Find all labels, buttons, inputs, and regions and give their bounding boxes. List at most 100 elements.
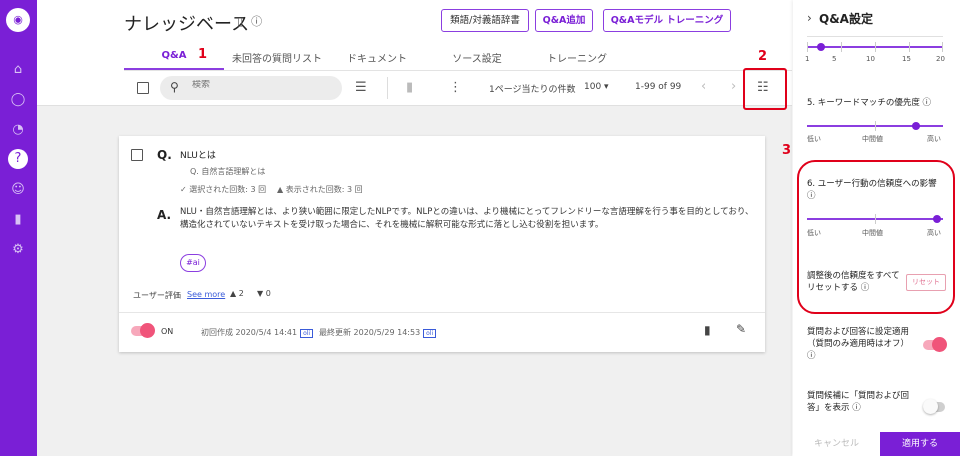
tab-training[interactable]: トレーニング <box>527 50 627 65</box>
toggle-knob <box>932 337 947 352</box>
created-text: 初回作成 2020/5/4 14:41 <box>201 328 298 337</box>
user-icon[interactable]: ◯ <box>8 90 28 110</box>
reset-button[interactable]: リセット <box>906 274 946 291</box>
book-icon[interactable]: ▯ <box>237 15 251 28</box>
apply-button[interactable]: 適用する <box>880 432 960 456</box>
annotation-2: 2 <box>758 49 768 64</box>
main-area: ナレッジベース ▯ⓘ 類語/対義語辞書 Q&A追加 Q&Aモデル トレーニング … <box>37 0 792 456</box>
thumb-icon: ▲ <box>277 185 286 194</box>
setting6-title-text: 6. ユーザー行動の信頼度への影響 <box>807 179 937 189</box>
level-high: 高い <box>927 135 941 143</box>
filter-icon[interactable]: ☰ <box>355 80 367 95</box>
info-icon[interactable]: ⓘ <box>852 403 861 413</box>
smile-icon[interactable]: ☺ <box>8 180 28 200</box>
answer-text: NLU・自然言語理解とは、より狭い範囲に限定したNLPです。NLPとの違いは、よ… <box>180 207 754 230</box>
toggle-on-label: ON <box>161 327 174 336</box>
reset-description: 調整後の信頼度をすべてリセットする ⓘ <box>807 270 903 294</box>
tab-qa[interactable]: Q&A <box>124 50 224 61</box>
apply-qa-toggle[interactable] <box>923 337 947 352</box>
collapse-chevron-icon[interactable]: › <box>807 11 812 25</box>
page-range: 1-99 of 99 <box>635 82 682 92</box>
alt-question: Q. 自然言語理解とは <box>190 167 266 176</box>
annotation-1: 1 <box>198 47 208 62</box>
tab-unanswered[interactable]: 未回答の質問リスト <box>227 50 327 65</box>
check-circle-icon: ✓ <box>180 185 190 194</box>
help-icon[interactable]: ⓘ <box>251 15 270 28</box>
scale-label-1: 1 <box>805 55 810 63</box>
updated-date: 最終更新 2020/5/29 14:53 oli <box>319 327 437 338</box>
level-high: 高い <box>927 229 941 237</box>
qa-settings-panel: › Q&A設定 1 5 10 15 20 5. キーワードマッチの優先度 ⓘ 低… <box>793 0 960 456</box>
info-icon[interactable]: ⓘ <box>861 283 870 293</box>
selected-count: ✓ 選択された回数: 3 回 <box>180 184 266 195</box>
info-icon[interactable]: ⓘ <box>923 98 932 108</box>
analytics-icon[interactable]: ▮ <box>8 210 28 230</box>
delete-icon[interactable]: ▮ <box>406 80 413 95</box>
chat-icon[interactable]: ◔ <box>8 120 28 140</box>
cancel-button[interactable]: キャンセル <box>793 432 880 456</box>
thumb-down-icon[interactable]: ▼ <box>257 289 266 298</box>
qa-enabled-toggle[interactable] <box>131 323 155 338</box>
toolbar: ⚲ ☰ ▮ ⋮ 1ページ当たりの件数 100 ▾ 1-99 of 99 ‹ › … <box>37 71 792 106</box>
keyword-match-knob[interactable] <box>912 122 920 130</box>
answer-marker: A. <box>157 208 172 222</box>
home-icon[interactable]: ⌂ <box>8 60 28 80</box>
setting6-title: 6. ユーザー行動の信頼度への影響 ⓘ <box>807 178 939 202</box>
search-box[interactable]: ⚲ <box>160 76 342 100</box>
level-low: 低い <box>807 229 821 237</box>
scale-slider-knob[interactable] <box>817 43 825 51</box>
tag-chip[interactable]: #ai <box>180 254 206 272</box>
select-all-checkbox[interactable] <box>137 82 149 94</box>
keyword-match-slider[interactable] <box>807 121 943 131</box>
reset-text: 調整後の信頼度をすべてリセットする <box>807 271 900 293</box>
page-title: ナレッジベース <box>124 14 250 35</box>
question-text: NLUとは <box>180 151 216 161</box>
thumb-up-icon[interactable]: ▲ <box>230 289 239 298</box>
question-marker: Q. <box>157 148 172 162</box>
creator-badge: oli <box>300 329 314 338</box>
tab-source-settings[interactable]: ソース設定 <box>427 50 527 65</box>
updated-text: 最終更新 2020/5/29 14:53 <box>319 328 421 337</box>
per-page-label: 1ページ当たりの件数 <box>489 85 576 95</box>
search-input[interactable] <box>192 80 332 90</box>
toggle-knob <box>140 323 155 338</box>
user-behavior-knob[interactable] <box>933 215 941 223</box>
add-qa-button[interactable]: Q&A追加 <box>535 9 593 32</box>
scale-slider[interactable] <box>807 42 943 52</box>
gear-icon[interactable]: ⚙ <box>8 240 28 260</box>
created-date: 初回作成 2020/5/4 14:41 oli <box>201 327 314 338</box>
scale-label-20: 20 <box>936 55 945 63</box>
dislikes: ▼ 0 <box>257 289 271 298</box>
shown-count-text: 表示された回数: 3 回 <box>285 185 363 194</box>
trash-icon[interactable]: ▮ <box>704 323 711 337</box>
info-icon[interactable]: ⓘ <box>807 351 816 361</box>
likes: ▲ 2 <box>230 289 244 298</box>
apply-qa-setting: 質問および回答に設定適用（質問のみ適用時はオフ） ⓘ <box>807 326 919 362</box>
user-rating-label: ユーザー評価 <box>133 291 181 300</box>
see-more-link[interactable]: See more <box>187 290 225 299</box>
show-candidates-toggle[interactable] <box>923 399 945 414</box>
app-logo-icon[interactable]: ◉ <box>6 8 30 32</box>
qa-card: Q. NLUとは Q. 自然言語理解とは ✓ 選択された回数: 3 回 ▲ 表示… <box>119 136 765 352</box>
qa-checkbox[interactable] <box>131 149 143 161</box>
prev-page-icon[interactable]: ‹ <box>701 79 706 94</box>
more-icon[interactable]: ⋮ <box>449 80 462 95</box>
likes-count: 2 <box>238 289 244 298</box>
synonym-dictionary-button[interactable]: 類語/対義語辞書 <box>441 9 529 32</box>
per-page-select[interactable]: 100 ▾ <box>584 82 609 92</box>
search-icon: ⚲ <box>170 80 179 94</box>
level-mid: 中間値 <box>862 135 883 143</box>
per-page-value: 100 <box>584 82 602 92</box>
sidebar: ◉ ⌂ ◯ ◔ ? ☺ ▮ ⚙ <box>0 0 37 456</box>
info-icon[interactable]: ⓘ <box>807 191 816 201</box>
edit-pencil-icon[interactable]: ✎ <box>736 322 746 336</box>
next-page-icon[interactable]: › <box>731 79 736 94</box>
tab-documents[interactable]: ドキュメント <box>327 50 427 65</box>
show-candidates-setting: 質問候補に「質問および回答」を表示 ⓘ <box>807 390 919 414</box>
qa-icon[interactable]: ? <box>8 149 28 169</box>
user-behavior-slider[interactable] <box>807 214 943 224</box>
train-qa-model-button[interactable]: Q&Aモデル トレーニング <box>603 9 731 32</box>
scale-label-5: 5 <box>832 55 837 63</box>
tab-active-indicator <box>124 68 224 70</box>
title-icons: ▯ⓘ <box>237 13 270 29</box>
